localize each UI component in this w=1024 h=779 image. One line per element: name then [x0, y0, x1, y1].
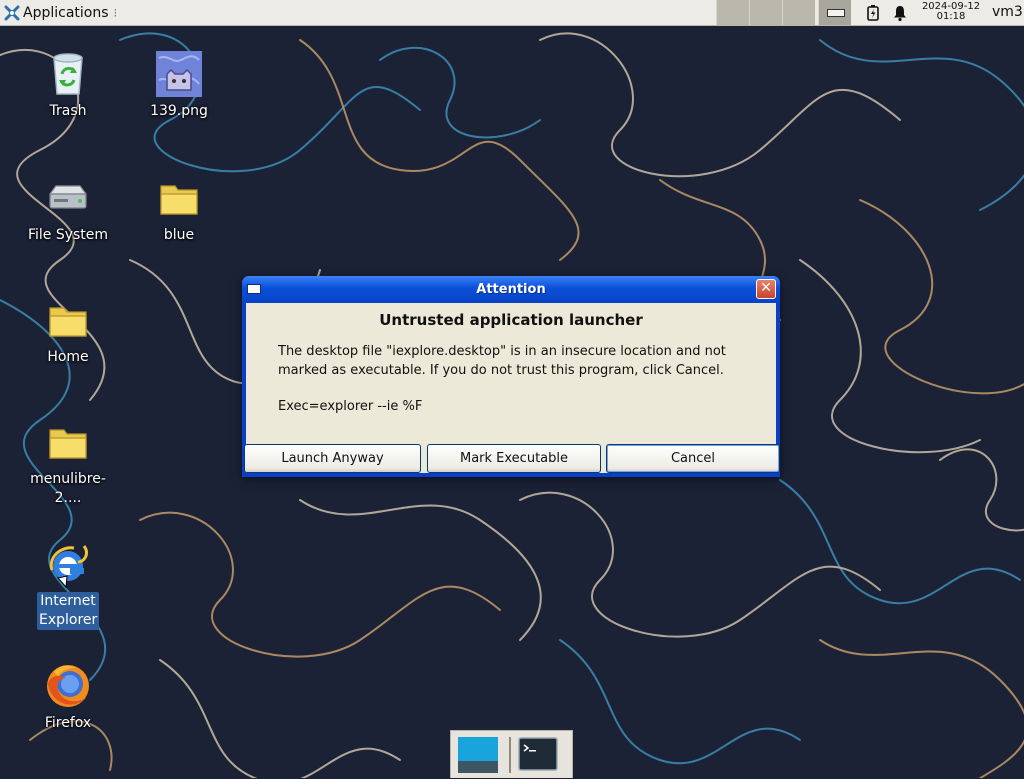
applications-menu[interactable]: Applications ⁝	[4, 3, 117, 23]
folder-icon	[49, 307, 87, 337]
panel-separator-icon: ⁝	[113, 6, 118, 20]
dialog-heading: Untrusted application launcher	[379, 311, 643, 329]
attention-dialog: Attention ✕ Untrusted application launch…	[242, 276, 780, 477]
workspace-4[interactable]	[818, 0, 851, 25]
workspace-2[interactable]	[749, 0, 782, 25]
workspace-1[interactable]	[716, 0, 749, 25]
desktop-icon-internet-explorer[interactable]: Internet Explorer	[22, 540, 114, 630]
desktop-icon-menulibre[interactable]: menulibre-2....	[22, 418, 114, 508]
bottom-dock	[450, 730, 573, 778]
desktop-icon-label: Trash	[49, 103, 87, 119]
launch-anyway-button[interactable]: Launch Anyway	[244, 444, 421, 473]
desktop-icon-file-system[interactable]: File System	[22, 174, 114, 245]
panel-clock[interactable]: 2024-09-12 01:18	[918, 2, 984, 22]
trash-icon	[53, 53, 83, 95]
close-button[interactable]: ✕	[756, 279, 776, 299]
desktop-icon-label: File System	[27, 227, 109, 243]
dialog-body: Untrusted application launcher The deskt…	[244, 303, 780, 473]
dock-divider	[509, 737, 511, 773]
notification-bell-icon[interactable]	[891, 4, 909, 22]
desktop-icon-home[interactable]: Home	[22, 296, 114, 367]
mark-executable-button[interactable]: Mark Executable	[427, 444, 601, 473]
dialog-titlebar[interactable]: Attention ✕	[242, 276, 780, 303]
applications-label: Applications	[23, 5, 109, 21]
desktop-icon-firefox[interactable]: Firefox	[22, 662, 114, 733]
workspace-window-thumbnail	[827, 9, 845, 17]
folder-icon	[160, 185, 198, 215]
dialog-exec-line: Exec=explorer --ie %F	[278, 399, 423, 414]
desktop-icon-label: blue	[163, 227, 195, 243]
battery-charging-icon[interactable]	[864, 4, 882, 22]
desktop-icon-139-png[interactable]: 139.png	[133, 50, 225, 121]
show-desktop-icon	[458, 737, 498, 773]
desktop-icon-trash[interactable]: Trash	[22, 50, 114, 121]
desktop-icon-label: Firefox	[44, 715, 92, 731]
clock-time: 01:18	[936, 11, 966, 22]
user-menu[interactable]: vm3	[992, 4, 1023, 20]
xfce-logo-icon	[4, 5, 20, 21]
desktop-icon-blue[interactable]: blue	[133, 174, 225, 245]
close-icon: ✕	[760, 280, 772, 296]
dock-show-desktop[interactable]	[456, 735, 502, 775]
dialog-title: Attention	[476, 282, 546, 297]
terminal-icon	[518, 737, 558, 771]
desktop-icon-label: Home	[47, 349, 89, 365]
folder-icon	[49, 429, 87, 459]
desktop-icon-label: Internet Explorer	[37, 592, 99, 630]
drive-icon	[48, 185, 88, 209]
top-panel: Applications ⁝ 2024-09-12 01:18 vm3	[0, 0, 1024, 26]
dialog-message: The desktop file "iexplore.desktop" is i…	[278, 344, 726, 378]
desktop-icon-label: 139.png	[150, 103, 208, 119]
image-file-icon	[156, 51, 202, 97]
dock-terminal[interactable]	[517, 735, 563, 775]
firefox-icon	[47, 665, 89, 707]
internet-explorer-icon	[49, 545, 88, 588]
cancel-button[interactable]: Cancel	[606, 444, 780, 473]
workspace-3[interactable]	[782, 0, 815, 25]
desktop-icon-label: menulibre-2....	[30, 471, 106, 506]
